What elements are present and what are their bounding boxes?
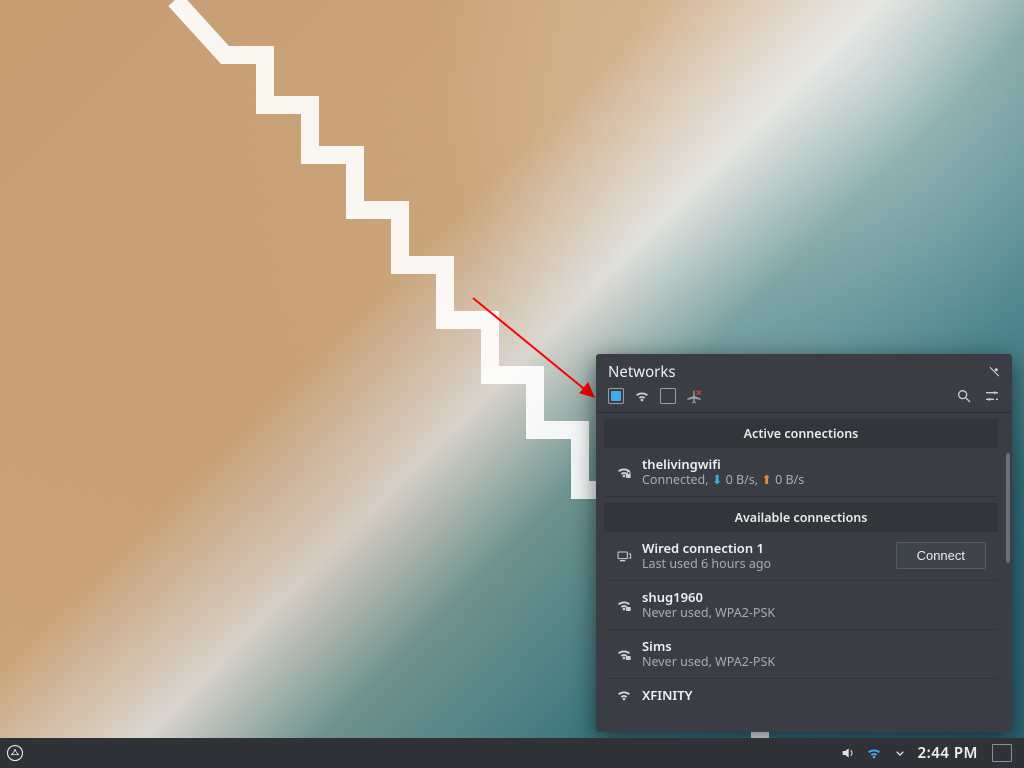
wifi-lock-icon (616, 646, 632, 662)
volume-icon[interactable] (840, 745, 856, 761)
available-connection-row[interactable]: Wired connection 1 Last used 6 hours ago… (604, 532, 998, 581)
system-tray: 2:44 PM (828, 743, 1024, 763)
available-connection-row[interactable]: XFINITY (604, 679, 998, 711)
connect-button[interactable]: Connect (896, 542, 986, 569)
network-applet-popup: Networks Active connections (596, 354, 1012, 732)
show-desktop-button[interactable] (992, 744, 1012, 762)
popup-title: Networks (608, 362, 676, 382)
section-available-connections: Available connections (604, 503, 998, 532)
taskbar-clock[interactable]: 2:44 PM (918, 743, 978, 763)
airplane-mode-icon[interactable] (686, 388, 702, 404)
network-tray-icon[interactable] (866, 745, 882, 761)
pin-icon[interactable] (988, 366, 1000, 378)
active-connection-row[interactable]: thelivingwifi Connected, ⬇ 0 B/s, ⬆ 0 B/… (604, 448, 998, 497)
wifi-lock-icon (616, 464, 632, 480)
enable-networking-checkbox[interactable] (608, 388, 624, 404)
start-button[interactable] (0, 738, 30, 768)
tray-expand-icon[interactable] (892, 745, 908, 761)
connection-sub: Never used, WPA2-PSK (642, 605, 775, 621)
connection-sub: Last used 6 hours ago (642, 556, 771, 572)
section-active-connections: Active connections (604, 419, 998, 448)
connection-name: shug1960 (642, 589, 775, 605)
wifi-icon (616, 687, 632, 703)
wifi-icon[interactable] (634, 388, 650, 404)
connection-name: XFINITY (642, 687, 692, 703)
connections-list: Active connections thelivingwifi Connect… (596, 413, 1012, 732)
wired-icon (616, 548, 632, 564)
search-icon[interactable] (956, 388, 972, 404)
available-connection-row[interactable]: shug1960 Never used, WPA2-PSK (604, 581, 998, 630)
connection-status: Connected, ⬇ 0 B/s, ⬆ 0 B/s (642, 472, 804, 488)
scrollbar-thumb[interactable] (1006, 453, 1010, 563)
mobile-broadband-checkbox[interactable] (660, 388, 676, 404)
available-connection-row[interactable]: Sims Never used, WPA2-PSK (604, 630, 998, 679)
popup-scrollbar[interactable] (1006, 453, 1010, 726)
popup-toolbar (596, 384, 1012, 413)
connection-name: Sims (642, 638, 775, 654)
settings-sliders-icon[interactable] (984, 388, 1000, 404)
connection-sub: Never used, WPA2-PSK (642, 654, 775, 670)
wifi-lock-icon (616, 597, 632, 613)
connection-name: Wired connection 1 (642, 540, 771, 556)
taskbar: 2:44 PM (0, 738, 1024, 768)
connection-name: thelivingwifi (642, 456, 804, 472)
